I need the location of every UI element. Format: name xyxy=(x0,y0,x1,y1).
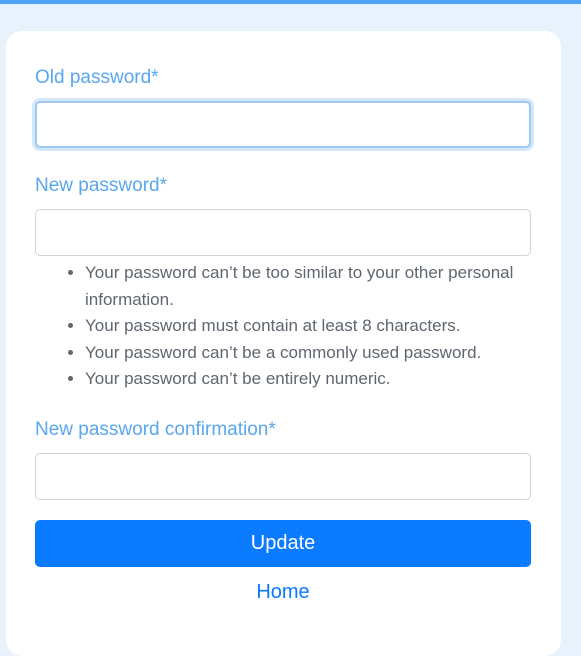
new-password-label: New password* xyxy=(35,175,167,196)
password-requirement-item: Your password can’t be entirely numeric. xyxy=(85,366,540,393)
password-requirements-list: Your password can’t be too similar to yo… xyxy=(35,260,540,393)
password-change-card: Old password* New password* Your passwor… xyxy=(6,31,561,656)
top-accent-bar xyxy=(0,0,581,4)
home-link[interactable]: Home xyxy=(35,580,531,604)
old-password-label: Old password* xyxy=(35,67,159,88)
password-requirement-item: Your password can’t be a commonly used p… xyxy=(85,340,540,367)
update-button[interactable]: Update xyxy=(35,520,531,567)
password-requirement-item: Your password can’t be too similar to yo… xyxy=(85,260,540,313)
new-password-confirmation-input[interactable] xyxy=(35,453,531,500)
old-password-input[interactable] xyxy=(35,101,531,148)
password-requirement-item: Your password must contain at least 8 ch… xyxy=(85,313,540,340)
new-password-input[interactable] xyxy=(35,209,531,256)
new-password-confirmation-label: New password confirmation* xyxy=(35,419,276,440)
